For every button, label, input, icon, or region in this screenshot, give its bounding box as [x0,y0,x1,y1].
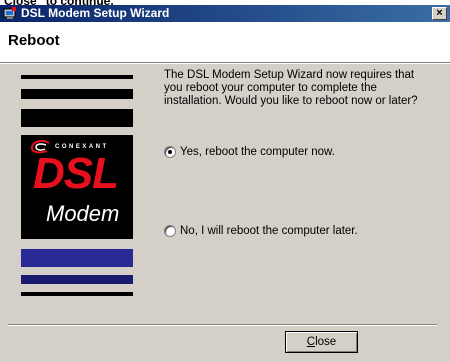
setup-wizard-window: DSL Modem Setup Wizard × Reboot CONEXANT… [0,5,450,362]
close-button-mnemonic: C [306,336,316,348]
header-divider-highlight [0,63,450,64]
logo-dsl-text: DSL [33,149,119,198]
decor-bar-1 [21,75,133,79]
dsl-modem-logo: CONEXANT DSL Modem [21,135,133,239]
window-title: DSL Modem Setup Wizard [21,6,170,20]
reboot-now-option[interactable]: Yes, reboot the computer now. [164,146,335,158]
decor-bar-5 [21,275,133,284]
reboot-message: The DSL Modem Setup Wizard now requires … [164,69,418,107]
wizard-header: Reboot [0,22,450,62]
reboot-later-radio[interactable] [164,225,176,237]
page-title: Reboot [8,32,60,49]
footer-divider-highlight [8,325,437,326]
close-icon[interactable]: × [432,7,447,20]
reboot-now-radio[interactable] [164,146,176,158]
reboot-later-label[interactable]: No, I will reboot the computer later. [180,225,358,237]
decor-bar-4 [21,249,133,267]
reboot-now-label[interactable]: Yes, reboot the computer now. [180,146,335,158]
decor-bar-6 [21,292,133,296]
decor-bar-3 [21,109,133,127]
decor-bar-2 [21,89,133,99]
close-button-label: lose [315,336,337,348]
reboot-later-option[interactable]: No, I will reboot the computer later. [164,225,358,237]
logo-modem-text: Modem [46,201,120,226]
title-bar[interactable]: DSL Modem Setup Wizard × [0,5,450,22]
close-button[interactable]: Close [285,331,358,353]
setup-wizard-icon [3,7,16,19]
